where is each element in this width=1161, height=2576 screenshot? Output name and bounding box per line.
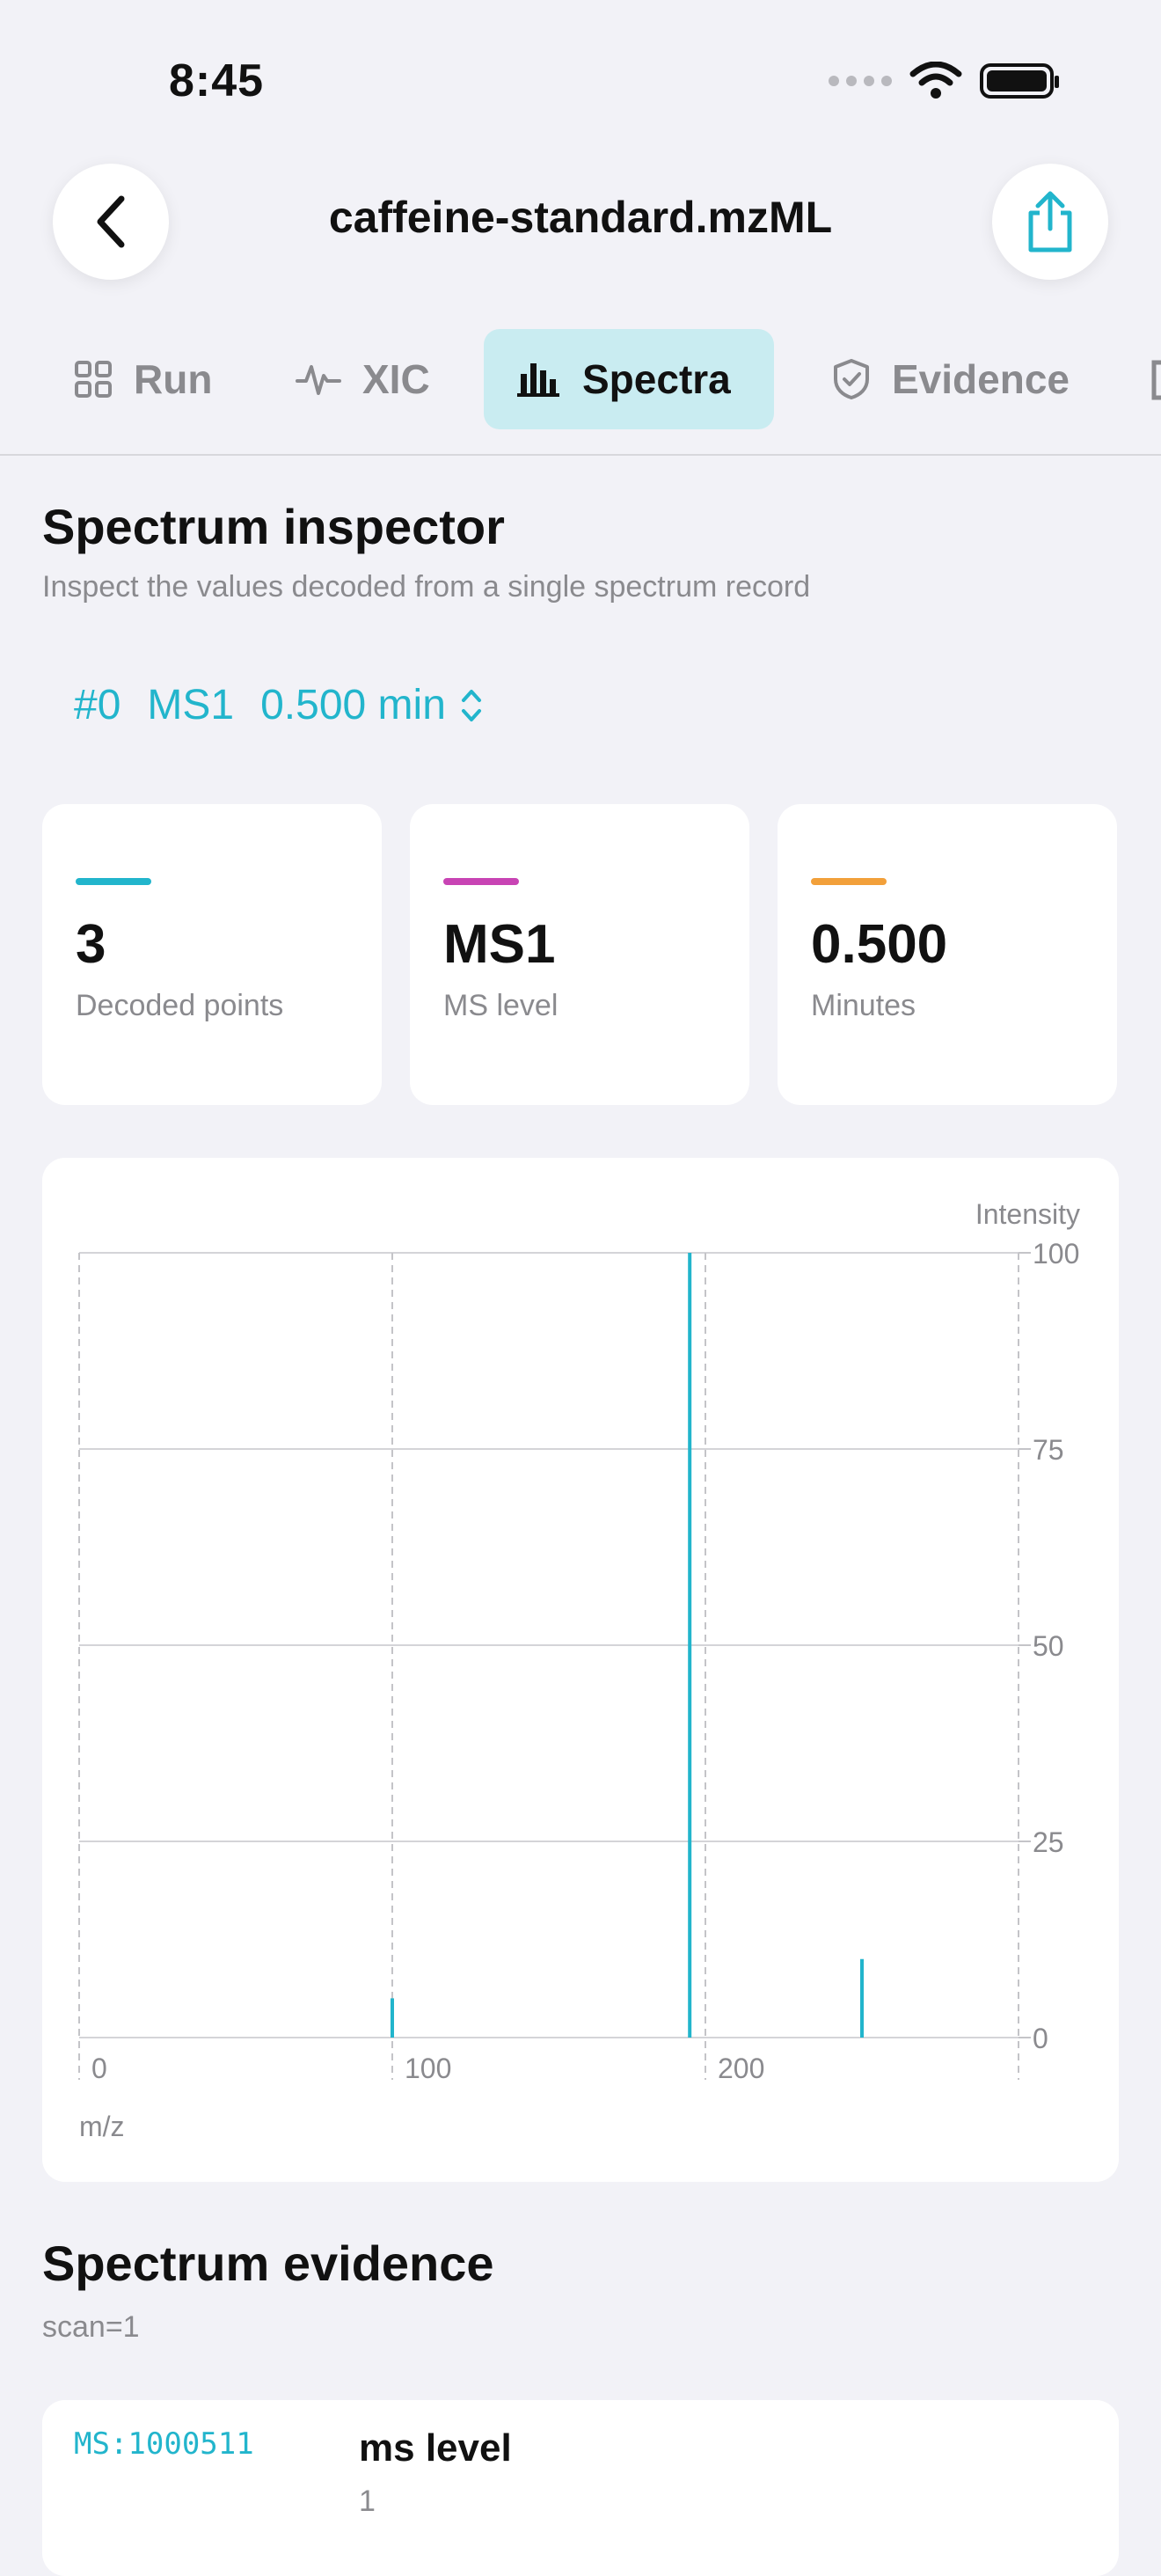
tab-more[interactable]: [1149, 355, 1161, 405]
waveform-icon: [296, 365, 341, 395]
stat-accent: [76, 878, 151, 885]
stat-value: 3: [76, 914, 106, 975]
tab-label: Evidence: [892, 356, 1070, 402]
evidence-name: ms level: [359, 2426, 512, 2470]
y-tick-label: 25: [1033, 1826, 1064, 1858]
stat-accent: [443, 878, 519, 885]
bar-chart-icon: [517, 363, 559, 397]
stat-value: MS1: [443, 914, 556, 975]
tab-evidence[interactable]: Evidence: [800, 329, 1101, 429]
x-tick-label: 0: [91, 2053, 107, 2084]
evidence-accession: MS:1000511: [74, 2426, 254, 2462]
evidence-title: Spectrum evidence: [42, 2236, 494, 2291]
x-tick-label: 100: [405, 2053, 451, 2084]
signal-icon: [829, 76, 892, 86]
shield-check-icon: [834, 359, 869, 399]
stat-label: Decoded points: [76, 989, 284, 1022]
stat-label: MS level: [443, 989, 559, 1022]
tab-label: XIC: [362, 356, 430, 402]
share-icon: [1028, 191, 1072, 252]
y-tick-label: 100: [1033, 1238, 1079, 1270]
spectrum-chart: 0 25 50 75 100 0 100 200 Intensity m/z: [78, 1198, 1080, 2142]
status-icons: [829, 62, 1059, 100]
more-tab-icon: [1151, 360, 1161, 400]
spectrum-chart-card: 0 25 50 75 100 0 100 200 Intensity m/z: [42, 1158, 1119, 2182]
picker-index: #0: [74, 682, 121, 728]
picker-time: 0.500 min: [260, 682, 446, 728]
evidence-value: 1: [359, 2485, 376, 2518]
stat-card-points: 3 Decoded points: [42, 804, 382, 1105]
tab-label: Spectra: [582, 356, 731, 402]
tab-run[interactable]: Run: [42, 329, 244, 429]
y-axis-label: Intensity: [975, 1198, 1080, 1230]
stat-card-minutes: 0.500 Minutes: [778, 804, 1117, 1105]
tab-label: Run: [134, 356, 213, 402]
stat-accent: [811, 878, 887, 885]
battery-icon: [980, 63, 1059, 99]
evidence-subtitle: scan=1: [42, 2310, 140, 2344]
stat-label: Minutes: [811, 989, 916, 1022]
status-time: 8:45: [169, 55, 265, 106]
y-tick-label: 75: [1033, 1434, 1064, 1466]
grid-icon: [75, 361, 112, 398]
stat-card-ms-level: MS1 MS level: [410, 804, 749, 1105]
spectrum-picker[interactable]: #0 MS1 0.500 min: [74, 681, 485, 729]
picker-level: MS1: [147, 682, 235, 728]
x-tick-label: 200: [718, 2053, 764, 2084]
y-tick-label: 0: [1033, 2023, 1048, 2054]
stat-value: 0.500: [811, 914, 948, 975]
y-tick-label: 50: [1033, 1630, 1064, 1662]
tab-spectra[interactable]: Spectra: [484, 329, 774, 429]
chevron-updown-icon: [461, 689, 481, 721]
page-title: caffeine-standard.mzML: [328, 193, 833, 242]
tab-bar: Run XIC Spectra Evidence: [0, 326, 1161, 456]
x-axis-label: m/z: [79, 2111, 125, 2142]
section-title: Spectrum inspector: [42, 499, 505, 554]
share-button[interactable]: [992, 164, 1108, 280]
section-subtitle: Inspect the values decoded from a single…: [42, 570, 811, 604]
evidence-row[interactable]: MS:1000511 ms level 1: [42, 2400, 1119, 2576]
tab-xic[interactable]: XIC: [264, 329, 462, 429]
wifi-icon: [909, 62, 962, 99]
